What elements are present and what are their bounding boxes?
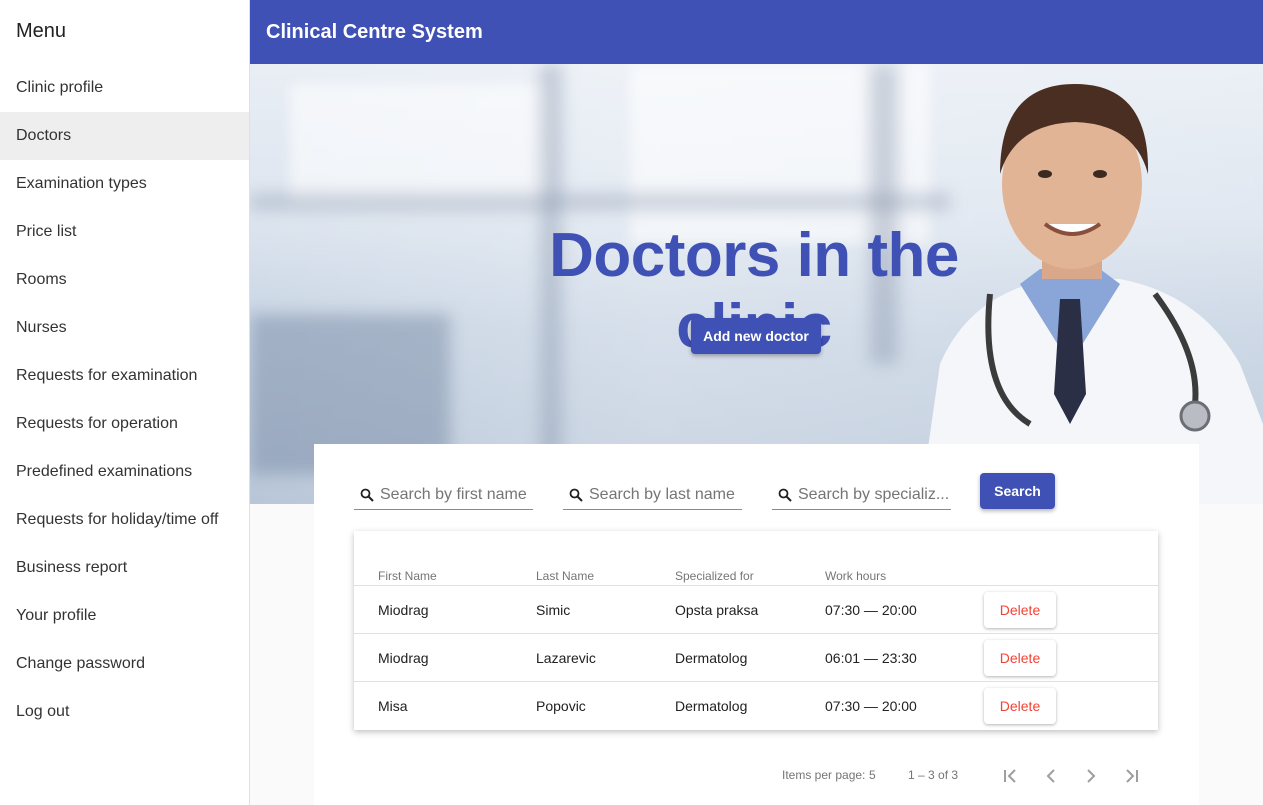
- sidebar-item-requests-examination[interactable]: Requests for examination: [0, 352, 249, 400]
- search-last-name-field[interactable]: [563, 480, 742, 510]
- search-specialization-input[interactable]: [798, 485, 948, 504]
- table-row: Miodrag Simic Opsta praksa 07:30 — 20:00…: [354, 586, 1158, 634]
- next-page-icon[interactable]: [1077, 762, 1105, 790]
- sidebar-item-predefined-examinations[interactable]: Predefined examinations: [0, 448, 249, 496]
- cell-specialization: Dermatolog: [675, 698, 748, 714]
- sidebar-item-requests-operation[interactable]: Requests for operation: [0, 400, 249, 448]
- previous-page-icon[interactable]: [1037, 762, 1065, 790]
- search-button[interactable]: Search: [980, 473, 1055, 509]
- sidebar-item-nurses[interactable]: Nurses: [0, 304, 249, 352]
- background-beam: [250, 194, 950, 210]
- sidebar-item-price-list[interactable]: Price list: [0, 208, 249, 256]
- search-last-name-input[interactable]: [589, 485, 739, 504]
- search-icon: [358, 486, 376, 504]
- sidebar-title: Menu: [16, 20, 67, 42]
- sidebar-item-log-out[interactable]: Log out: [0, 688, 249, 736]
- last-page-icon[interactable]: [1117, 762, 1145, 790]
- page-range-label: 1 – 3 of 3: [908, 768, 959, 782]
- paginator: Items per page: 5 1 – 3 of 3: [314, 760, 1199, 790]
- cell-last-name: Simic: [536, 602, 571, 618]
- sidebar-item-requests-holiday[interactable]: Requests for holiday/time off: [0, 496, 249, 544]
- app-title: Clinical Centre System: [266, 20, 483, 43]
- cell-last-name: Lazarevic: [536, 650, 596, 666]
- doctors-table: First Name Last Name Specialized for Wor…: [354, 531, 1158, 730]
- sidebar: Menu Clinic profile Doctors Examination …: [0, 0, 250, 805]
- search-icon: [567, 486, 585, 504]
- background-window: [290, 84, 550, 204]
- first-page-icon[interactable]: [997, 762, 1025, 790]
- sidebar-item-rooms[interactable]: Rooms: [0, 256, 249, 304]
- table-row: Miodrag Lazarevic Dermatolog 06:01 — 23:…: [354, 634, 1158, 682]
- sidebar-item-your-profile[interactable]: Your profile: [0, 592, 249, 640]
- cell-work-hours: 07:30 — 20:00: [825, 602, 917, 618]
- search-specialization-field[interactable]: [772, 480, 951, 510]
- hero-banner: Doctors in the clinic Add new doctor: [250, 64, 1263, 504]
- delete-button[interactable]: Delete: [984, 688, 1056, 724]
- cell-first-name: Miodrag: [378, 650, 429, 666]
- delete-button[interactable]: Delete: [984, 592, 1056, 628]
- column-header-last-name[interactable]: Last Name: [536, 569, 594, 583]
- column-header-first-name[interactable]: First Name: [378, 569, 437, 583]
- search-icon: [776, 486, 794, 504]
- top-toolbar: Clinical Centre System: [250, 0, 1263, 64]
- add-new-doctor-button[interactable]: Add new doctor: [691, 318, 821, 354]
- items-per-page-select[interactable]: 5: [869, 768, 876, 782]
- cell-work-hours: 06:01 — 23:30: [825, 650, 917, 666]
- doctors-card: Search First Name Last Name Specialized …: [314, 444, 1199, 805]
- column-header-specialization[interactable]: Specialized for: [675, 569, 754, 583]
- cell-first-name: Misa: [378, 698, 408, 714]
- cell-first-name: Miodrag: [378, 602, 429, 618]
- cell-specialization: Dermatolog: [675, 650, 748, 666]
- cell-work-hours: 07:30 — 20:00: [825, 698, 917, 714]
- sidebar-item-clinic-profile[interactable]: Clinic profile: [0, 64, 249, 112]
- delete-button[interactable]: Delete: [984, 640, 1056, 676]
- sidebar-item-examination-types[interactable]: Examination types: [0, 160, 249, 208]
- table-row: Misa Popovic Dermatolog 07:30 — 20:00 De…: [354, 682, 1158, 730]
- sidebar-item-business-report[interactable]: Business report: [0, 544, 249, 592]
- cell-last-name: Popovic: [536, 698, 586, 714]
- search-first-name-field[interactable]: [354, 480, 533, 510]
- column-header-work-hours[interactable]: Work hours: [825, 569, 886, 583]
- items-per-page-label: Items per page:: [782, 768, 866, 782]
- cell-specialization: Opsta praksa: [675, 602, 759, 618]
- table-header: First Name Last Name Specialized for Wor…: [354, 531, 1158, 586]
- sidebar-item-change-password[interactable]: Change password: [0, 640, 249, 688]
- search-first-name-input[interactable]: [380, 485, 530, 504]
- sidebar-item-doctors[interactable]: Doctors: [0, 112, 249, 160]
